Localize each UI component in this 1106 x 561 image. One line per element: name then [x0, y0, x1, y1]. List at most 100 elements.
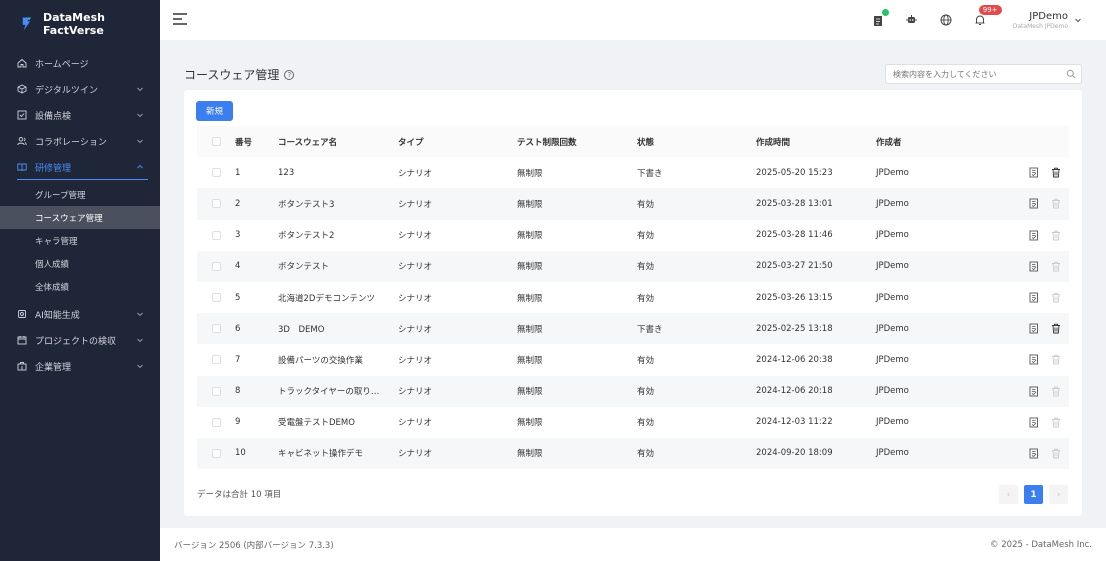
cell-number: 6	[235, 323, 241, 334]
search-icon[interactable]	[1066, 69, 1076, 79]
edit-icon[interactable]	[1029, 386, 1039, 397]
cell-name: トラックタイヤーの取り…	[278, 387, 380, 398]
sidebar-subitem-group[interactable]: グループ管理	[0, 183, 160, 206]
edit-icon[interactable]	[1029, 417, 1039, 428]
sidebar-item-home[interactable]: ホームページ	[0, 50, 160, 76]
datamesh-logo-icon	[22, 17, 32, 31]
calendar-icon	[17, 336, 27, 345]
cell-author: JPDemo	[876, 230, 909, 241]
prev-page-button[interactable]: ‹	[999, 485, 1018, 504]
delete-icon[interactable]	[1051, 323, 1061, 334]
page-1-button[interactable]: 1	[1024, 485, 1043, 504]
table-row[interactable]: 5 北海道2Dデモコンテンツ シナリオ 無制限 有効 2025-03-26 13…	[197, 281, 1069, 314]
header-type: タイプ	[398, 137, 424, 148]
task-list-button[interactable]	[871, 9, 889, 27]
sidebar-subitem-courseware[interactable]: コースウェア管理	[0, 206, 160, 229]
next-page-button[interactable]: ›	[1049, 485, 1068, 504]
edit-icon[interactable]	[1029, 448, 1039, 459]
search-input[interactable]	[885, 64, 1082, 84]
cell-type: シナリオ	[398, 199, 433, 210]
robot-button[interactable]	[905, 13, 919, 27]
row-select-cell	[197, 168, 235, 178]
users-icon	[17, 137, 27, 146]
sidebar-item-label: 設備点検	[35, 111, 72, 122]
cell-author: JPDemo	[876, 354, 909, 365]
chevron-down-icon	[137, 139, 143, 144]
menu-toggle-icon[interactable]	[172, 12, 188, 26]
row-checkbox[interactable]	[211, 293, 221, 303]
table-row[interactable]: 3 ボタンテスト2 シナリオ 無制限 有効 2025-03-28 11:46 J…	[197, 219, 1069, 251]
table-header: 番号 コースウェア名 タイプ テスト制限回数 状態 作成時間 作成者	[197, 126, 1069, 158]
sidebar-subitem-personal-score[interactable]: 個人成績	[0, 252, 160, 275]
cell-limit: 無制限	[517, 324, 543, 335]
sidebar-item-ai[interactable]: AI知能生成	[0, 301, 160, 327]
table-row[interactable]: 2 ボタンテスト3 シナリオ 無制限 有効 2025-03-28 13:01 J…	[197, 188, 1069, 220]
header-time: 作成時間	[756, 137, 791, 148]
row-checkbox[interactable]	[211, 448, 221, 458]
new-button[interactable]: 新規	[196, 101, 233, 121]
edit-icon[interactable]	[1029, 354, 1039, 365]
row-checkbox[interactable]	[211, 417, 221, 427]
notification-button[interactable]: 99+	[973, 5, 1002, 27]
edit-icon[interactable]	[1029, 323, 1039, 334]
help-icon[interactable]: ?	[284, 69, 295, 80]
cell-type: シナリオ	[398, 387, 433, 398]
row-checkbox[interactable]	[211, 355, 221, 365]
cell-actions	[996, 167, 1069, 178]
cell-number: 4	[235, 261, 241, 272]
cell-name: ボタンテスト	[278, 262, 330, 273]
cell-actions	[996, 354, 1069, 365]
cell-author: JPDemo	[876, 167, 909, 178]
sidebar-item-label: プロジェクトの検収	[35, 336, 117, 347]
cell-status: 有効	[637, 355, 655, 366]
table-row[interactable]: 10 キャビネット操作デモ シナリオ 無制限 有効 2024-09-20 18:…	[197, 437, 1069, 470]
cell-number: 2	[235, 198, 241, 209]
cell-author: JPDemo	[876, 198, 909, 209]
sidebar-item-enterprise[interactable]: 企業管理	[0, 353, 160, 379]
user-name: JPDemo	[1029, 10, 1068, 22]
user-menu[interactable]: JPDemo DataMesh JPDemo	[1007, 11, 1082, 30]
edit-icon[interactable]	[1029, 261, 1039, 272]
notification-badge: 99+	[978, 5, 1002, 15]
row-checkbox[interactable]	[211, 386, 221, 396]
edit-icon[interactable]	[1029, 167, 1039, 178]
table-row[interactable]: 8 トラックタイヤーの取り… シナリオ 無制限 有効 2024-12-06 20…	[197, 375, 1069, 407]
sidebar-item-collaboration[interactable]: コラボレーション	[0, 128, 160, 154]
table-row[interactable]: 9 受電盤テストDEMO シナリオ 無制限 有効 2024-12-03 11:2…	[197, 406, 1069, 438]
sidebar-item-project-acceptance[interactable]: プロジェクトの検収	[0, 327, 160, 353]
cell-actions	[996, 448, 1069, 459]
language-button[interactable]	[939, 13, 953, 27]
sidebar-subitem-label: 全体成績	[35, 282, 70, 293]
brand[interactable]: DataMesh FactVerse	[0, 0, 160, 48]
edit-icon[interactable]	[1029, 292, 1039, 303]
content-card: 新規 番号 コースウェア名 タイプ テスト制限回数 状態 作成時間 作成者 1 …	[184, 90, 1082, 516]
sidebar-item-inspection[interactable]: 設備点検	[0, 102, 160, 128]
table-row[interactable]: 6 3D DEMO シナリオ 無制限 下書き 2025-02-25 13:18 …	[197, 313, 1069, 345]
row-checkbox[interactable]	[211, 324, 221, 334]
sidebar-subitem-overall-score[interactable]: 全体成績	[0, 275, 160, 298]
table-row[interactable]: 7 設備パーツの交換作業 シナリオ 無制限 有効 2024-12-06 20:3…	[197, 344, 1069, 376]
row-checkbox[interactable]	[211, 199, 221, 209]
chevron-down-icon	[137, 312, 143, 317]
sidebar: DataMesh FactVerse ホームページ デジタルツイン 設備点検 コ…	[0, 0, 160, 561]
cell-number: 5	[235, 292, 241, 303]
sidebar-subitem-character[interactable]: キャラ管理	[0, 229, 160, 252]
cell-number: 9	[235, 417, 241, 428]
table-row[interactable]: 1 123 シナリオ 無制限 下書き 2025-05-20 15:23 JPDe…	[197, 157, 1069, 189]
home-icon	[17, 58, 27, 68]
row-checkbox[interactable]	[211, 230, 221, 240]
chevron-up-icon	[137, 164, 143, 169]
table-row[interactable]: 4 ボタンテスト シナリオ 無制限 有効 2025-03-27 21:50 JP…	[197, 250, 1069, 282]
edit-icon[interactable]	[1029, 230, 1039, 241]
edit-icon[interactable]	[1029, 198, 1039, 209]
row-checkbox[interactable]	[211, 261, 221, 271]
row-checkbox[interactable]	[211, 168, 221, 178]
cell-actions	[996, 386, 1069, 397]
sidebar-item-digital-twin[interactable]: デジタルツイン	[0, 76, 160, 102]
sidebar-item-training[interactable]: 研修管理	[0, 154, 160, 180]
cell-author: JPDemo	[876, 261, 909, 272]
sidebar-subitem-label: キャラ管理	[35, 236, 78, 247]
select-all-checkbox[interactable]	[211, 137, 221, 147]
cell-type: シナリオ	[398, 355, 433, 366]
delete-icon[interactable]	[1051, 167, 1061, 178]
